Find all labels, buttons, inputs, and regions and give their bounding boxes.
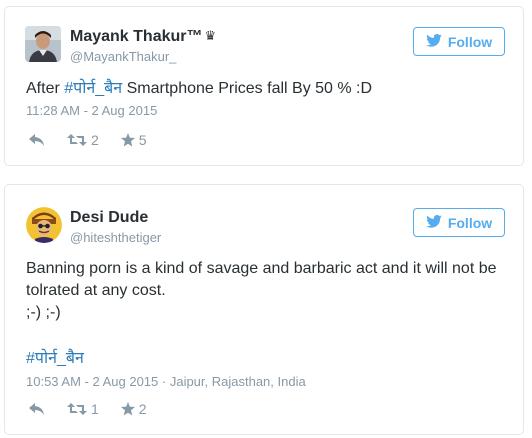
star-icon [120,133,135,147]
retweet-button[interactable]: 1 [67,401,99,417]
reply-icon [29,403,45,415]
favorite-button[interactable]: 5 [120,132,147,148]
tweet-text: After #पोर्न_बैन Smartphone Prices fall … [26,78,505,100]
follow-button[interactable]: Follow [413,208,505,237]
retweet-icon [67,134,87,146]
twitter-bird-icon [426,214,442,231]
crown-icon: ♛ [204,28,217,43]
follow-label: Follow [447,33,493,50]
tweet-card: Desi Dude @hiteshthetiger Follow Banning… [4,184,524,435]
star-icon [120,402,135,416]
retweet-button[interactable]: 2 [67,132,99,148]
reply-icon [29,134,45,146]
reply-button[interactable] [29,403,45,415]
retweet-icon [67,403,87,415]
display-name-text: Mayank Thakur™ [70,28,203,45]
twitter-bird-icon [426,33,442,50]
tweet-text-suffix: Smartphone Prices fall By 50 % :D [122,80,373,97]
display-name[interactable]: Desi Dude [70,209,148,227]
timestamp[interactable]: 11:28 AM - 2 Aug 2015 [26,103,157,118]
tweet-text: Banning porn is a kind of savage and bar… [26,258,505,324]
tweet-card: Mayank Thakur™ ♛ @MayankThakur_ Follow Af… [4,6,524,166]
tweet-text-prefix: After [26,80,65,97]
user-handle[interactable]: @MayankThakur_ [70,49,176,64]
hashtag-link[interactable]: #पोर्न_बैन [26,346,84,368]
timestamp[interactable]: 10:53 AM - 2 Aug 2015 [26,374,158,389]
retweet-count: 2 [91,132,99,148]
location[interactable]: · Jaipur, Rajasthan, India [158,374,306,389]
tweet-text-body: Banning porn is a kind of savage and bar… [26,260,497,299]
display-name[interactable]: Mayank Thakur™ ♛ [70,28,216,46]
avatar[interactable] [26,207,62,243]
favorite-button[interactable]: 2 [120,401,147,417]
tweet-text-emoticons: ;-) ;-) [26,304,61,321]
tweet-actions: 2 5 [29,132,169,148]
favorite-count: 5 [138,132,147,148]
avatar[interactable] [25,26,61,62]
tweet-actions: 1 2 [29,401,169,417]
follow-label: Follow [447,214,493,231]
user-handle[interactable]: @hiteshthetiger [70,230,161,245]
favorite-count: 2 [138,401,147,417]
reply-button[interactable] [29,134,45,146]
hashtag-link[interactable]: #पोर्न_बैन [64,80,122,97]
follow-button[interactable]: Follow [413,27,505,56]
retweet-count: 1 [91,401,99,417]
tweet-meta: 10:53 AM - 2 Aug 2015 · Jaipur, Rajastha… [26,374,306,389]
